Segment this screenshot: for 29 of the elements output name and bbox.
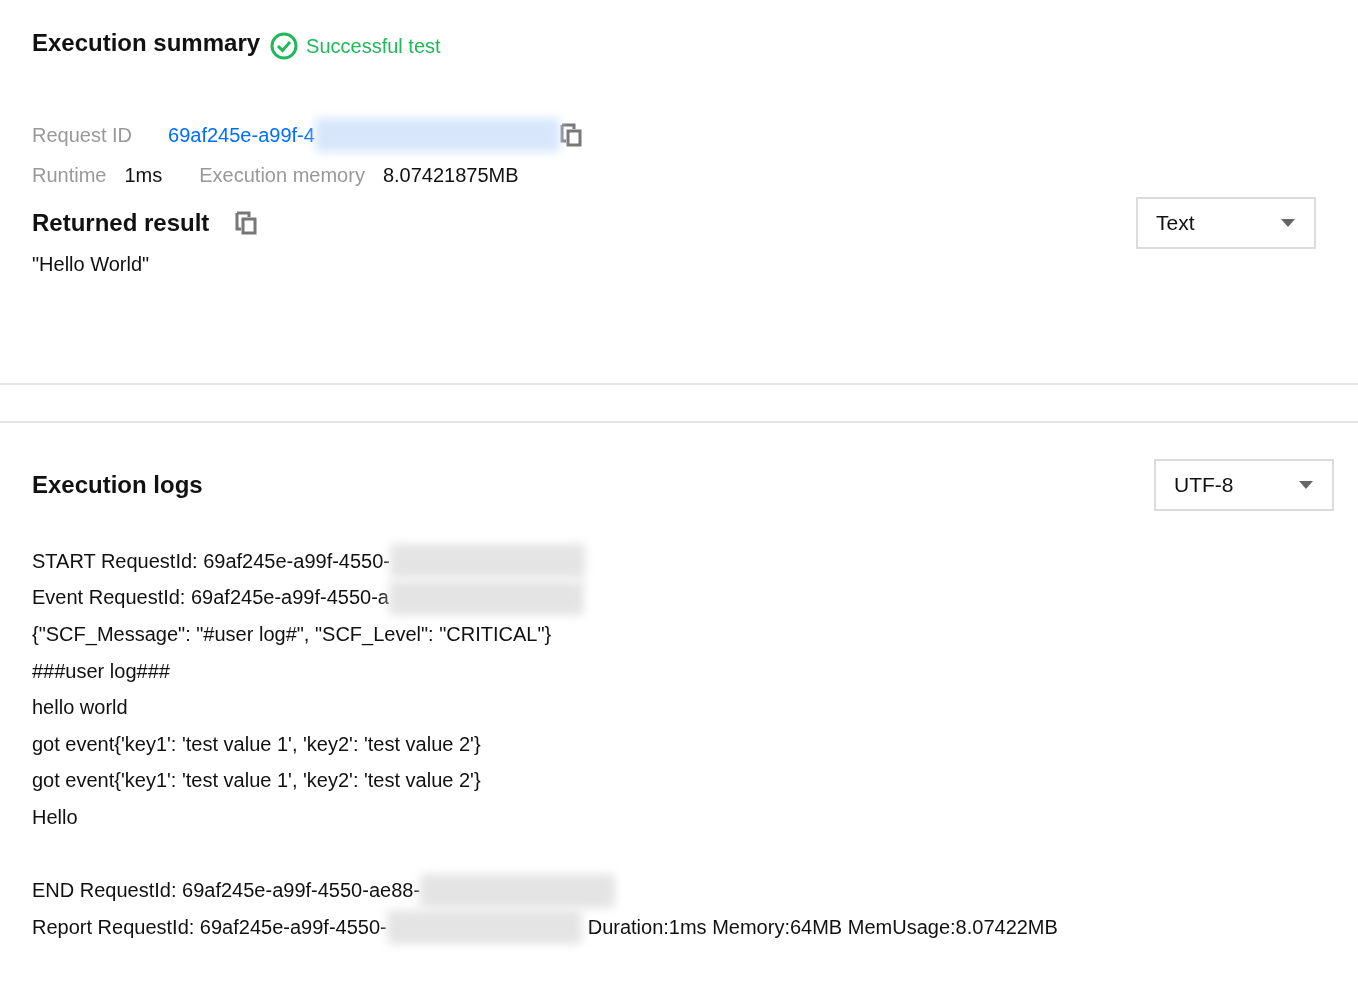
field-value: 8.07421875MB — [382, 164, 519, 187]
status-text: Successful test — [270, 32, 441, 60]
field-label: Execution memory — [199, 164, 365, 187]
log-line: START RequestId: 69af245e-a99f-4550- — [32, 549, 390, 573]
log-line: Report RequestId: 69af245e-a99f-4550- — [32, 915, 387, 939]
log-line: END RequestId: 69af245e-a99f-4550-ae88- — [32, 879, 421, 903]
field-label: Runtime — [32, 164, 107, 187]
encoding-dropdown[interactable]: UTF-8 — [1154, 459, 1334, 511]
log-line: got event{'key1': 'test value 1', 'key2': 'test value 2'} — [32, 732, 481, 756]
log-line: Duration:1ms Memory:64MB MemUsage:8.07422MB — [587, 915, 1058, 939]
log-line: ###user log### — [32, 659, 170, 683]
copy-icon[interactable] — [235, 211, 258, 235]
log-line: hello world — [32, 696, 128, 720]
section-title: Returned result — [32, 209, 210, 237]
request-id-link[interactable]: 69af245e-a99f-4 — [168, 123, 315, 147]
caret-icon — [1280, 218, 1296, 228]
log-line: Hello — [32, 805, 78, 829]
result-text: "Hello World" — [32, 253, 150, 276]
section-title: Execution summary — [32, 29, 261, 57]
field-value: 1ms — [124, 164, 163, 187]
log-line: Event RequestId: 69af245e-a99f-4550-a — [32, 586, 389, 610]
log-line: {"SCF_Message": "#user log#", "SCF_Level": "CRITICAL"} — [32, 623, 552, 646]
caret-icon — [1298, 480, 1314, 490]
copy-icon[interactable] — [559, 123, 582, 147]
check-circle-icon — [270, 32, 299, 60]
field-label: Request ID — [32, 123, 133, 147]
log-line: got event{'key1': 'test value 1', 'key2': 'test value 2'} — [32, 769, 481, 793]
section-title: Execution logs — [32, 471, 203, 499]
format-dropdown[interactable]: Text — [1136, 197, 1316, 249]
